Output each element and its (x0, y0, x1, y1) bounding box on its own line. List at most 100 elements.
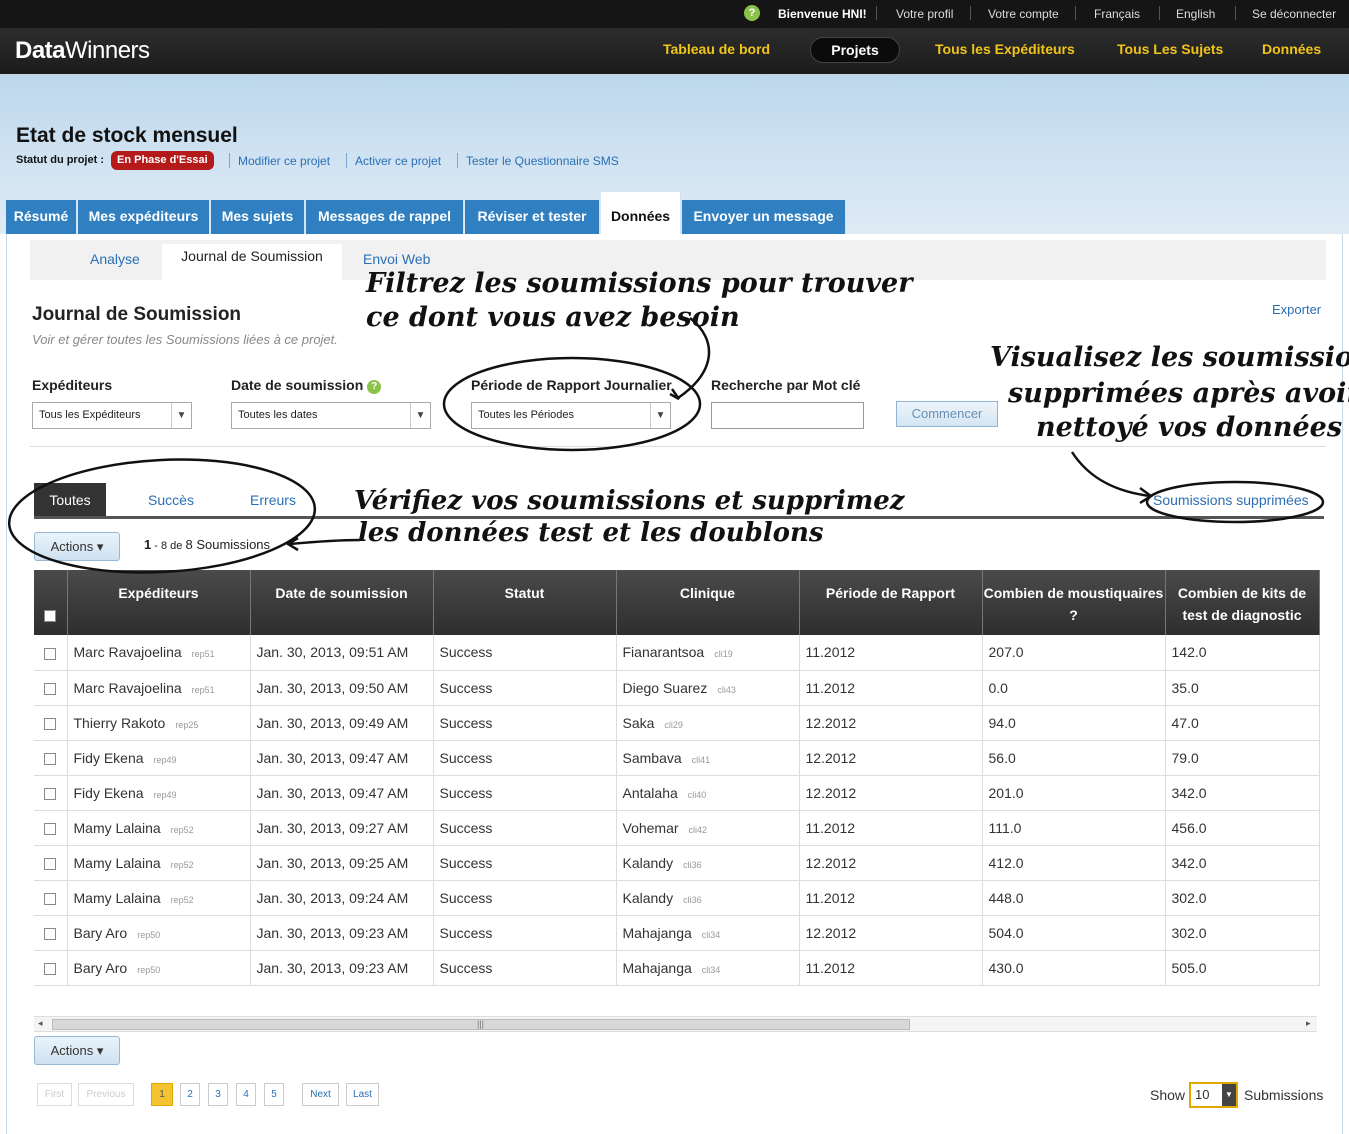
table-row[interactable]: Fidy Ekena rep49 Jan. 30, 2013, 09:47 AM Su… (34, 740, 1320, 776)
date-filter-select[interactable]: Toutes les dates ▼ (231, 402, 431, 429)
row-checkbox[interactable] (44, 822, 57, 835)
cell-nets-text: 504.0 (988, 924, 1024, 941)
page-5-button[interactable]: 5 (264, 1083, 284, 1106)
cell-sender: Thierry Rakoto rep25 (67, 705, 251, 741)
french-link[interactable]: Français (1094, 7, 1140, 21)
period-filter-select[interactable]: Toutes les Périodes ▼ (471, 402, 671, 429)
logout-link[interactable]: Se déconnecter (1252, 7, 1336, 21)
page-3-button[interactable]: 3 (208, 1083, 228, 1106)
activate-project-link[interactable]: Activer ce projet (355, 154, 441, 168)
cell-sender: Marc Ravajoelina rep51 (67, 670, 251, 706)
col-header-senders[interactable]: Expéditeurs (67, 570, 251, 635)
previous-page-button[interactable]: Previous (78, 1083, 134, 1106)
cell-clinic: Fianarantsoa cli19 (616, 635, 800, 671)
tab-review-test[interactable]: Réviser et tester (465, 200, 600, 234)
scrollbar-thumb[interactable]: ||| (52, 1019, 910, 1030)
cell-sender: Fidy Ekena rep49 (67, 740, 251, 776)
cell-status: Success (433, 740, 617, 776)
col-header-status[interactable]: Statut (433, 570, 617, 635)
row-checkbox[interactable] (44, 752, 57, 765)
table-row[interactable]: Marc Ravajoelina rep51 Jan. 30, 2013, 09:5… (34, 635, 1320, 671)
cell-status-text: Success (439, 819, 493, 836)
table-row[interactable]: Marc Ravajoelina rep51 Jan. 30, 2013, 09:5… (34, 670, 1320, 706)
tab-my-senders[interactable]: Mes expéditeurs (78, 200, 210, 234)
col-header-period[interactable]: Période de Rapport (799, 570, 983, 635)
export-link[interactable]: Exporter (1272, 302, 1321, 317)
tab-errors[interactable]: Erreurs (240, 483, 306, 517)
row-checkbox[interactable] (44, 927, 57, 940)
table-row[interactable]: Mamy Lalaina rep52 Jan. 30, 2013, 09:27 AM… (34, 810, 1320, 846)
tab-summary[interactable]: Résumé (6, 200, 77, 234)
english-link[interactable]: English (1176, 7, 1215, 21)
datawinners-logo[interactable]: DataWinners (15, 37, 150, 65)
row-checkbox[interactable] (44, 892, 57, 905)
row-checkbox[interactable] (44, 787, 57, 800)
page-size-select[interactable]: 10 ▼ (1189, 1082, 1238, 1108)
help-icon[interactable]: ? (367, 380, 382, 394)
row-checkbox[interactable] (44, 857, 57, 870)
horizontal-scrollbar[interactable]: ◂ ||| ▸ (34, 1016, 1317, 1032)
page-2-button[interactable]: 2 (180, 1083, 200, 1106)
profile-link[interactable]: Votre profil (896, 7, 953, 21)
next-page-button[interactable]: Next (302, 1083, 339, 1106)
table-row[interactable]: Bary Aro rep50 Jan. 30, 2013, 09:23 AM Succ… (34, 950, 1320, 986)
deleted-submissions-link[interactable]: Soumissions supprimées (1153, 492, 1309, 508)
tab-all[interactable]: Toutes (34, 483, 106, 517)
first-page-button[interactable]: First (37, 1083, 72, 1106)
cell-kits: 79.0 (1165, 740, 1320, 776)
keyword-search-input[interactable] (711, 402, 864, 429)
cell-kits-text: 79.0 (1171, 749, 1199, 766)
cell-clinic-text: Mahajanga (622, 924, 692, 941)
start-search-button[interactable]: Commencer (896, 401, 998, 427)
nav-all-subjects[interactable]: Tous Les Sujets (1117, 41, 1223, 57)
tab-send-message[interactable]: Envoyer un message (682, 200, 846, 234)
col-header-kits[interactable]: Combien de kits de test de diagnostic (1165, 570, 1320, 635)
cell-period: 12.2012 (799, 775, 983, 811)
help-icon[interactable]: ? (744, 5, 760, 21)
page-1-button[interactable]: 1 (151, 1083, 173, 1106)
nav-dashboard[interactable]: Tableau de bord (663, 41, 770, 57)
edit-project-link[interactable]: Modifier ce projet (238, 154, 330, 168)
account-link[interactable]: Votre compte (988, 7, 1059, 21)
table-row[interactable]: Fidy Ekena rep49 Jan. 30, 2013, 09:47 AM Su… (34, 775, 1320, 811)
cell-date: Jan. 30, 2013, 09:27 AM (250, 810, 434, 846)
nav-all-senders[interactable]: Tous les Expéditeurs (935, 41, 1075, 57)
cell-date: Jan. 30, 2013, 09:50 AM (250, 670, 434, 706)
scroll-right-icon[interactable]: ▸ (1306, 1018, 1311, 1029)
tab-my-subjects[interactable]: Mes sujets (211, 200, 305, 234)
cell-nets: 412.0 (982, 845, 1166, 881)
table-row[interactable]: Thierry Rakoto rep25 Jan. 30, 2013, 09:49 … (34, 705, 1320, 741)
tab-success[interactable]: Succès (138, 483, 204, 517)
nav-data[interactable]: Données (1262, 41, 1321, 57)
sender-filter-select[interactable]: Tous les Expéditeurs ▼ (32, 402, 192, 429)
cell-date: Jan. 30, 2013, 09:23 AM (250, 950, 434, 986)
nav-projects[interactable]: Projets (810, 37, 900, 63)
scroll-left-icon[interactable]: ◂ (38, 1018, 43, 1029)
tab-data[interactable]: Données (601, 192, 681, 234)
col-header-clinic[interactable]: Clinique (616, 570, 800, 635)
cell-clinic-text: Vohemar (622, 819, 679, 836)
tab-reminders[interactable]: Messages de rappel (306, 200, 464, 234)
row-checkbox[interactable] (44, 682, 57, 695)
table-row[interactable]: Bary Aro rep50 Jan. 30, 2013, 09:23 AM Succ… (34, 915, 1320, 951)
row-checkbox[interactable] (44, 962, 57, 975)
actions-button[interactable]: Actions ▾ (34, 532, 120, 561)
cell-sender-text: Bary Aro (73, 959, 128, 976)
row-checkbox[interactable] (44, 647, 57, 660)
col-header-date[interactable]: Date de soumission (250, 570, 434, 635)
row-checkbox[interactable] (44, 717, 57, 730)
subtab-analysis[interactable]: Analyse (90, 240, 140, 280)
cell-clinic-id: cli43 (717, 684, 736, 695)
last-page-button[interactable]: Last (346, 1083, 379, 1106)
cell-period-text: 11.2012 (805, 819, 856, 836)
subtab-submission-log[interactable]: Journal de Soumission (162, 244, 342, 280)
col-header-nets[interactable]: Combien de moustiquaires ? (982, 570, 1166, 635)
cell-nets: 56.0 (982, 740, 1166, 776)
table-row[interactable]: Mamy Lalaina rep52 Jan. 30, 2013, 09:25 AM… (34, 845, 1320, 881)
cell-kits-text: 456.0 (1171, 819, 1207, 836)
table-row[interactable]: Mamy Lalaina rep52 Jan. 30, 2013, 09:24 AM… (34, 880, 1320, 916)
select-all-checkbox[interactable] (44, 609, 57, 622)
actions-button-bottom[interactable]: Actions ▾ (34, 1036, 120, 1065)
page-4-button[interactable]: 4 (236, 1083, 256, 1106)
test-sms-link[interactable]: Tester le Questionnaire SMS (466, 154, 619, 168)
